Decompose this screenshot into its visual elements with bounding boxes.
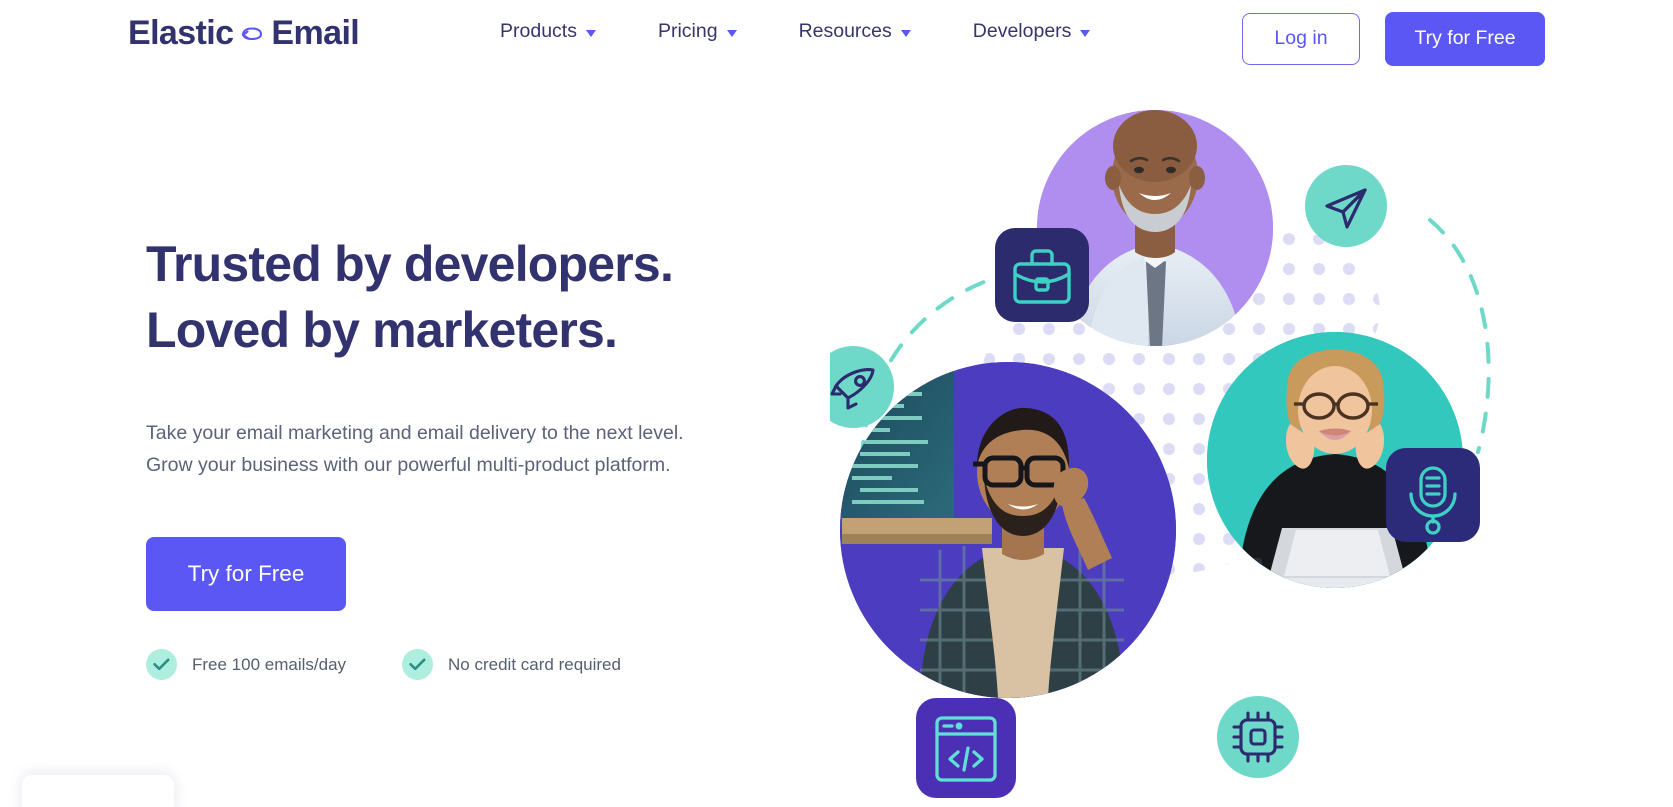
try-for-free-header-button[interactable]: Try for Free [1385, 12, 1545, 66]
briefcase-icon [995, 228, 1089, 322]
nav-label: Developers [972, 20, 1072, 42]
nav-item-pricing[interactable]: Pricing [657, 20, 737, 42]
logo-text-email: Email [271, 14, 360, 52]
rocket-icon [830, 346, 894, 428]
login-button[interactable]: Log in [1242, 13, 1360, 65]
feature-no-credit-card: No credit card required [402, 649, 621, 681]
page-title: Trusted by developers. Loved by marketer… [146, 232, 766, 363]
code-window-icon [916, 698, 1016, 798]
chevron-down-icon [1080, 29, 1091, 37]
nav-item-resources[interactable]: Resources [798, 20, 911, 42]
header-actions: Log in Try for Free [1242, 12, 1545, 66]
loop-arrow-icon [239, 22, 265, 44]
developer-photo [840, 362, 1176, 698]
chevron-down-icon [726, 29, 737, 37]
hero-subtitle: Take your email marketing and email deli… [146, 418, 736, 481]
nav-item-products[interactable]: Products [500, 20, 596, 42]
site-header: Elastic Email Products Pricing Resources [0, 0, 1673, 76]
corner-widget[interactable] [22, 775, 174, 807]
microphone-icon [1386, 448, 1480, 542]
nav-label: Resources [798, 20, 892, 42]
send-plane-icon [1305, 165, 1387, 247]
feature-label: No credit card required [448, 654, 621, 674]
nav-label: Pricing [657, 20, 718, 42]
hero-title-line-2: Loved by marketers. [146, 301, 618, 358]
nav-label: Products [500, 20, 577, 42]
hero-subtitle-line-1: Take your email marketing and email deli… [146, 422, 684, 444]
nav-item-developers[interactable]: Developers [972, 20, 1091, 42]
main-nav: Products Pricing Resources Developers [500, 20, 1091, 42]
hero-subtitle-line-2: Grow your business with our powerful mul… [146, 453, 671, 476]
cpu-chip-icon [1217, 696, 1299, 778]
hero-title-line-1: Trusted by developers. [146, 236, 674, 292]
check-icon [146, 649, 177, 681]
feature-label: Free 100 emails/day [192, 654, 347, 674]
try-for-free-hero-button[interactable]: Try for Free [146, 537, 346, 612]
check-icon [402, 649, 434, 681]
chevron-down-icon [585, 29, 596, 37]
hero-feature-list: Free 100 emails/day No credit card requi… [146, 649, 766, 681]
hero-illustration [830, 80, 1590, 807]
chevron-down-icon [900, 29, 911, 37]
logo-text-elastic: Elastic [128, 14, 234, 52]
hero-copy: Trusted by developers. Loved by marketer… [146, 232, 766, 681]
landing-page: Elastic Email Products Pricing Resources [0, 0, 1673, 807]
logo[interactable]: Elastic Email [128, 14, 360, 52]
feature-free-emails: Free 100 emails/day [146, 649, 347, 681]
